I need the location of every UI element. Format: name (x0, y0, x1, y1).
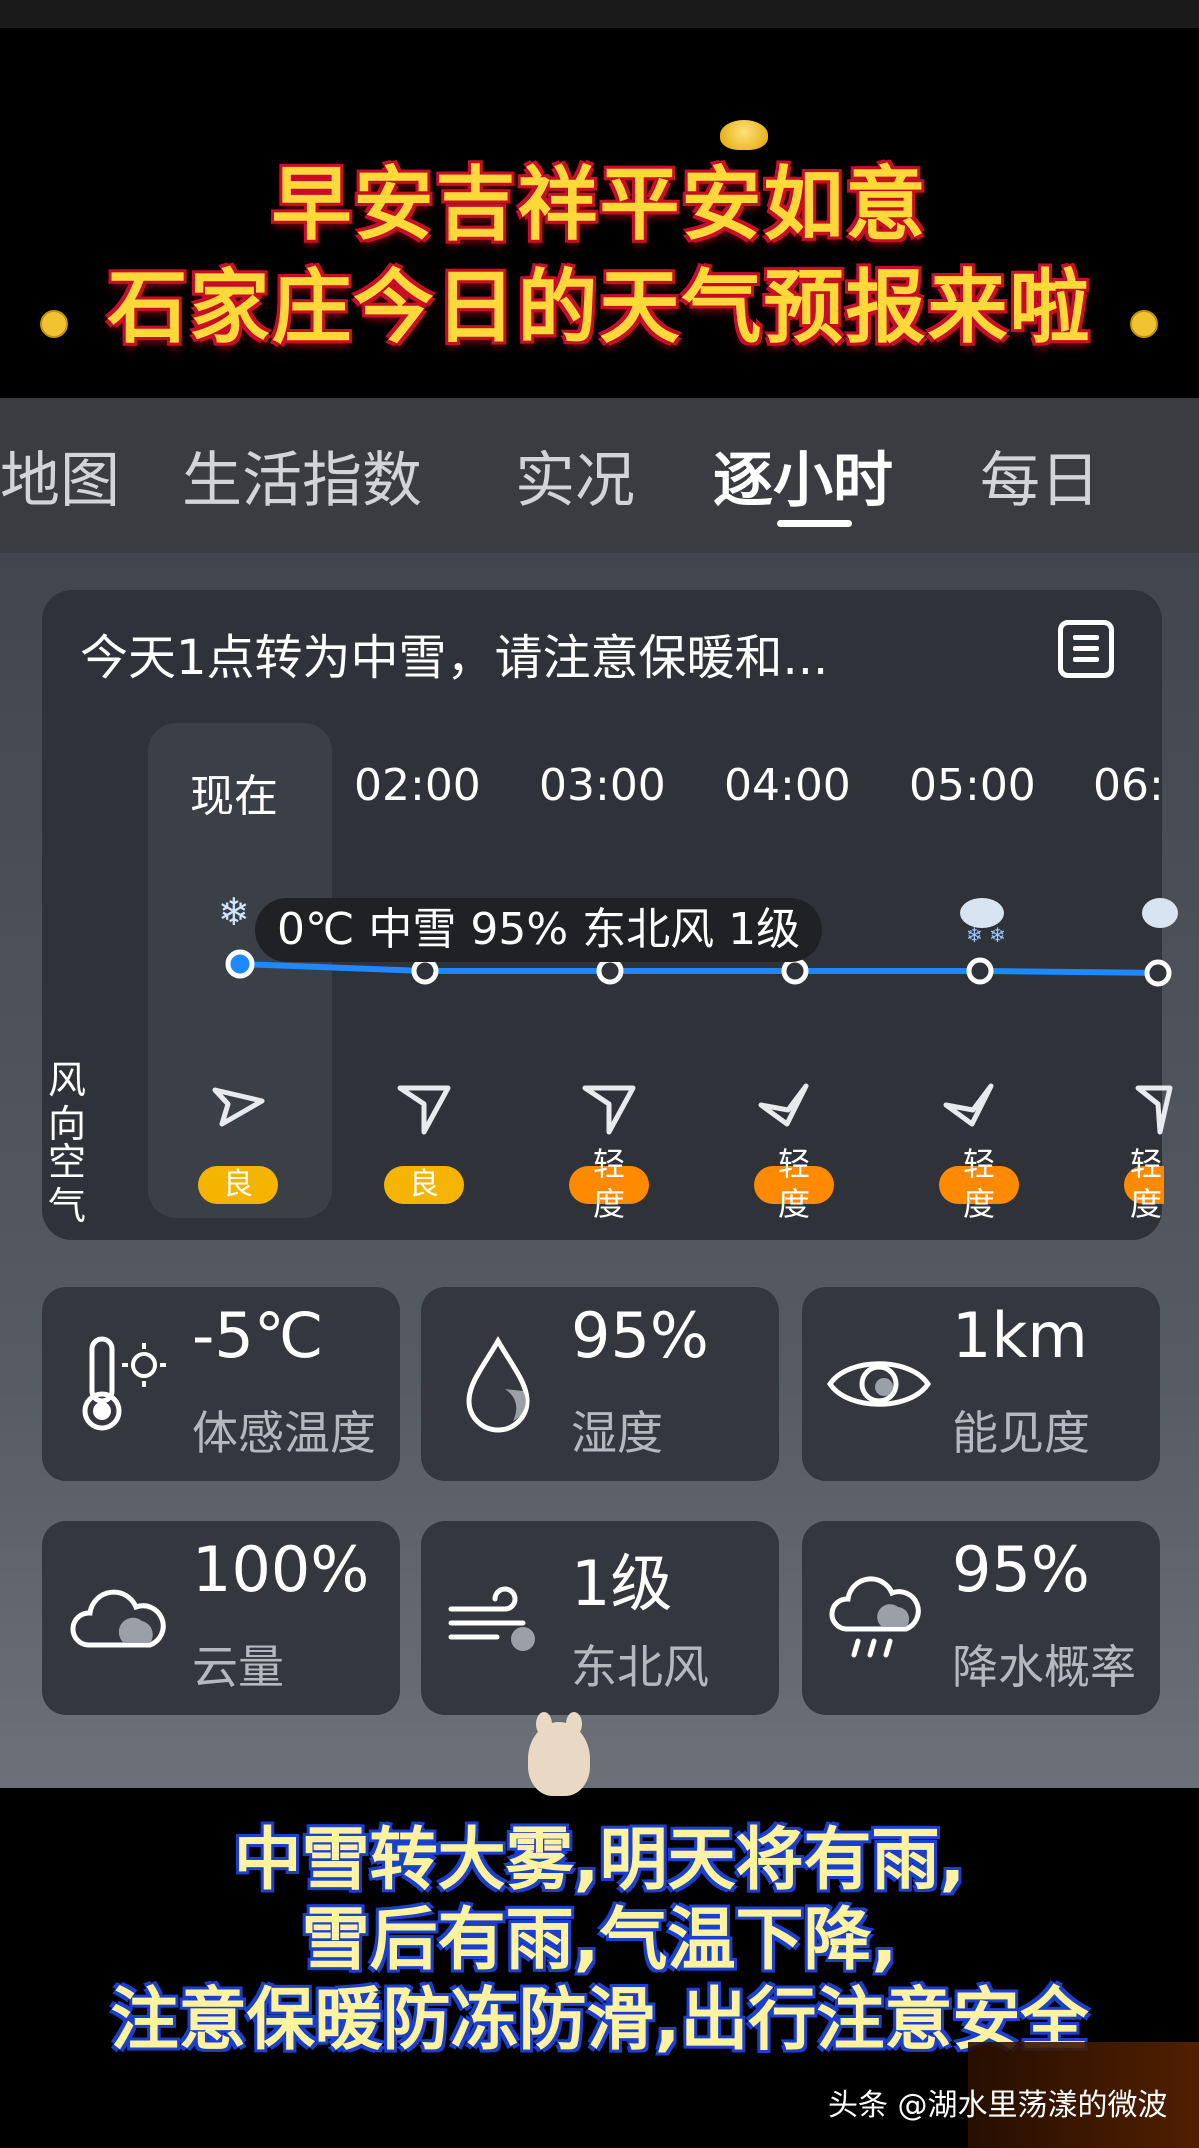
banner-line-2: 石家庄今日的天气预报来啦 (107, 261, 1092, 354)
weather-alert[interactable]: 今天1点转为中雪，请注意保暖和... (80, 618, 828, 688)
stat-value: 1km (952, 1299, 1088, 1372)
stat-value: -5℃ (192, 1299, 324, 1372)
feels-like-card[interactable]: -5℃ 体感温度 (42, 1287, 400, 1481)
rain-cloud-icon (829, 1576, 921, 1658)
stat-value: 1级 (571, 1547, 673, 1620)
tab-daily[interactable]: 每日 (980, 432, 1100, 519)
mascot-sticker (528, 1712, 590, 1796)
stat-value: 100% (192, 1533, 370, 1606)
thermometer-sun-icon (82, 1336, 166, 1431)
title-banner: 早安吉祥平安如意 石家庄今日的天气预报来啦 (0, 28, 1199, 398)
aqi-text: 轻度 (777, 1145, 810, 1223)
stat-label: 降水概率 (952, 1640, 1136, 1694)
cloud-cover-card[interactable]: 100% 云量 (42, 1521, 400, 1715)
hour-label: 06: (1093, 760, 1163, 811)
tab-bar: 地图 生活指数 实况 逐小时 每日 (0, 398, 1199, 553)
stat-value: 95% (571, 1299, 709, 1372)
list-icon[interactable] (1058, 620, 1114, 678)
hour-detail-tooltip: 0℃ 中雪 95% 东北风 1级 (255, 898, 823, 962)
hour-label: 02:00 (354, 760, 481, 811)
status-bar-strip (0, 0, 1199, 28)
aqi-text: 轻度 (962, 1145, 995, 1223)
active-tab-indicator (777, 520, 852, 527)
stat-value: 95% (952, 1533, 1090, 1606)
tab-hourly[interactable]: 逐小时 (713, 432, 893, 519)
hour-label: 现在 (190, 771, 278, 822)
stat-label: 湿度 (571, 1406, 663, 1460)
cloud-icon (70, 1589, 166, 1648)
aqi-text: 轻度 (1130, 1145, 1162, 1223)
aqi-text: 轻度 (592, 1145, 625, 1223)
humidity-card[interactable]: 95% 湿度 (421, 1287, 779, 1481)
tab-life-index[interactable]: 生活指数 (182, 432, 422, 519)
aqi-badge: 良 (198, 1166, 278, 1204)
hour-label: 05:00 (909, 760, 1036, 811)
wind-card[interactable]: 1级 东北风 (421, 1521, 779, 1715)
hour-label: 04:00 (724, 760, 851, 811)
eye-icon (826, 1361, 932, 1407)
droplet-icon (466, 1335, 530, 1433)
stat-label: 云量 (192, 1640, 284, 1694)
tab-live[interactable]: 实况 (515, 432, 635, 519)
row-label-wind: 风向 (48, 1058, 87, 1146)
aqi-badge: 良 (384, 1166, 464, 1204)
wind-icon (448, 1586, 535, 1651)
visibility-card[interactable]: 1km 能见度 (802, 1287, 1160, 1481)
stat-label: 体感温度 (192, 1406, 376, 1460)
banner-line-1: 早安吉祥平安如意 (271, 158, 928, 251)
stat-label: 东北风 (571, 1640, 709, 1694)
hour-label: 03:00 (539, 760, 666, 811)
watermark: 头条 @湖水里荡漾的微波 (828, 2088, 1168, 2123)
row-label-air: 空气 (48, 1140, 87, 1228)
precipitation-card[interactable]: 95% 降水概率 (802, 1521, 1160, 1715)
tab-map[interactable]: 地图 (0, 432, 120, 519)
stat-label: 能见度 (952, 1406, 1090, 1460)
